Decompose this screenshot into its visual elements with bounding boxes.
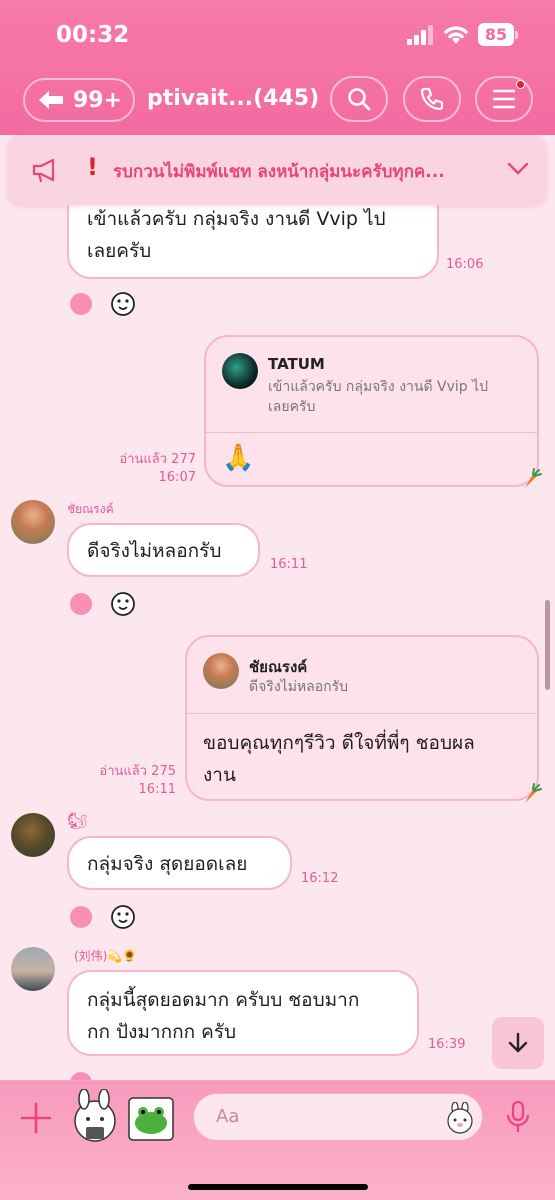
emoji-sticker-icon[interactable] bbox=[444, 1102, 476, 1134]
message-text-line: ดีจริงไม่หลอกรับ bbox=[87, 540, 222, 562]
chevron-down-icon[interactable] bbox=[507, 162, 529, 176]
phone-icon bbox=[420, 87, 444, 111]
unread-count: 99+ bbox=[73, 87, 123, 113]
back-button[interactable]: 99+ bbox=[23, 78, 135, 122]
quote-text-line: เลยครับ bbox=[268, 399, 316, 415]
menu-icon bbox=[492, 89, 516, 109]
smile-icon[interactable] bbox=[70, 293, 92, 315]
header-bar: 00:32 85 99+ ptivait...(445) bbox=[0, 0, 555, 135]
message-time: 16:07 bbox=[158, 470, 196, 485]
sticker-bear-icon[interactable] bbox=[70, 1089, 120, 1145]
message-time: 16:11 bbox=[138, 782, 176, 797]
quote-text-line: เข้าแล้วครับ กลุ่มจริง งานดี Vvip ไป bbox=[268, 379, 489, 395]
quote-divider bbox=[187, 713, 537, 714]
home-indicator bbox=[188, 1184, 368, 1190]
message-text-line: กลุ่มจริง สุดยอดเลย bbox=[87, 853, 248, 875]
message-bubble[interactable]: ดีจริงไม่หลอกรับ bbox=[67, 523, 260, 577]
megaphone-icon bbox=[32, 158, 55, 183]
quote-avatar bbox=[222, 353, 258, 389]
carrot-icon bbox=[525, 468, 542, 488]
smile-icon[interactable] bbox=[70, 1072, 92, 1080]
search-button[interactable] bbox=[330, 76, 388, 122]
chat-area[interactable]: ! รบกวนไม่พิมพ์แชท ลงหน้ากลุ่มนะครับทุกค… bbox=[0, 135, 555, 1080]
smile-icon[interactable] bbox=[70, 593, 92, 615]
announcement-text: รบกวนไม่พิมพ์แชท ลงหน้ากลุ่มนะครับทุกค..… bbox=[113, 162, 445, 182]
quote-divider bbox=[206, 432, 537, 433]
reaction-sticker-icon[interactable] bbox=[110, 591, 136, 617]
avatar[interactable] bbox=[11, 500, 55, 544]
message-text-line: งาน bbox=[203, 764, 236, 786]
reaction-sticker-icon[interactable] bbox=[110, 904, 136, 930]
message-bubble[interactable]: กลุ่มจริง สุดยอดเลย bbox=[67, 836, 292, 890]
sender-name: ชัยณรงค์ bbox=[67, 502, 114, 516]
scrollbar[interactable] bbox=[545, 600, 550, 690]
read-receipt: อ่านแล้ว 277 16:07 bbox=[110, 451, 196, 487]
avatar[interactable] bbox=[11, 947, 55, 991]
message-bubble[interactable]: กลุ่มนี้สุดยอดมาก ครับบ ชอบมาก กก ปังมาก… bbox=[67, 970, 419, 1056]
scroll-to-bottom-button[interactable] bbox=[492, 1017, 544, 1069]
scroll-down-icon bbox=[508, 1032, 528, 1053]
message-time: 16:06 bbox=[446, 257, 484, 272]
carrot-icon bbox=[525, 783, 542, 803]
chat-title[interactable]: ptivait...(445) bbox=[147, 86, 319, 111]
microphone-icon[interactable] bbox=[504, 1100, 532, 1134]
quote-sender-name: TATUM bbox=[268, 355, 325, 373]
search-icon bbox=[348, 88, 371, 111]
plus-icon[interactable] bbox=[20, 1102, 52, 1134]
battery-indicator: 85 bbox=[478, 23, 518, 46]
read-receipt: อ่านแล้ว 275 16:11 bbox=[88, 763, 176, 799]
message-bubble-outgoing[interactable]: TATUM เข้าแล้วครับ กลุ่มจริง งานดี Vvip … bbox=[204, 335, 539, 487]
message-text-line: เข้าแล้วครับ กลุ่มจริง งานดี Vvip ไป bbox=[87, 208, 386, 230]
avatar[interactable] bbox=[11, 813, 55, 857]
composer-bar: Aa bbox=[0, 1080, 555, 1200]
message-bubble-outgoing[interactable]: ชัยณรงค์ ดีจริงไม่หลอกรับ ขอบคุณทุกๆรีวิ… bbox=[185, 635, 539, 801]
message-time: 16:11 bbox=[270, 557, 308, 572]
message-text: ขอบคุณทุกๆรีวิว ดีใจที่พี่ๆ ชอบผล งาน bbox=[203, 727, 475, 791]
read-count: อ่านแล้ว 277 bbox=[119, 452, 196, 467]
message-input[interactable]: Aa bbox=[193, 1093, 483, 1141]
wifi-icon bbox=[444, 26, 468, 44]
message-time: 16:12 bbox=[301, 871, 339, 886]
quote-text: ดีจริงไม่หลอกรับ bbox=[249, 679, 349, 695]
announcement-banner[interactable]: ! รบกวนไม่พิมพ์แชท ลงหน้ากลุ่มนะครับทุกค… bbox=[7, 135, 547, 205]
notification-dot bbox=[516, 80, 525, 89]
quote-text: เข้าแล้วครับ กลุ่มจริง งานดี Vvip ไป เลย… bbox=[268, 377, 488, 417]
message-text-line: กก ปังมากกก ครับ bbox=[87, 1021, 237, 1043]
sticker-frog-icon[interactable] bbox=[128, 1097, 174, 1141]
reaction-sticker-icon[interactable] bbox=[110, 291, 136, 317]
menu-button[interactable] bbox=[475, 76, 533, 122]
status-time: 00:32 bbox=[56, 22, 130, 48]
back-arrow-icon bbox=[39, 91, 63, 109]
message-text-line: กลุ่มนี้สุดยอดมาก ครับบ ชอบมาก bbox=[87, 989, 360, 1011]
message-input-placeholder: Aa bbox=[216, 1106, 240, 1127]
read-count: อ่านแล้ว 275 bbox=[99, 764, 176, 779]
quote-sender-name: ชัยณรงค์ bbox=[249, 658, 308, 676]
sender-name: (刘伟)💫🌻 bbox=[74, 949, 138, 963]
cellular-signal-icon bbox=[407, 25, 433, 45]
quote-avatar bbox=[203, 653, 239, 689]
message-time: 16:39 bbox=[428, 1037, 466, 1052]
message-text-line: ขอบคุณทุกๆรีวิว ดีใจที่พี่ๆ ชอบผล bbox=[203, 732, 475, 754]
message-text-line: เลยครับ bbox=[87, 240, 152, 262]
smile-icon[interactable] bbox=[70, 906, 92, 928]
sender-name: 🐿 bbox=[67, 811, 88, 830]
warning-icon: ! bbox=[87, 153, 98, 181]
call-button[interactable] bbox=[403, 76, 461, 122]
message-emoji: 🙏 bbox=[222, 443, 255, 473]
